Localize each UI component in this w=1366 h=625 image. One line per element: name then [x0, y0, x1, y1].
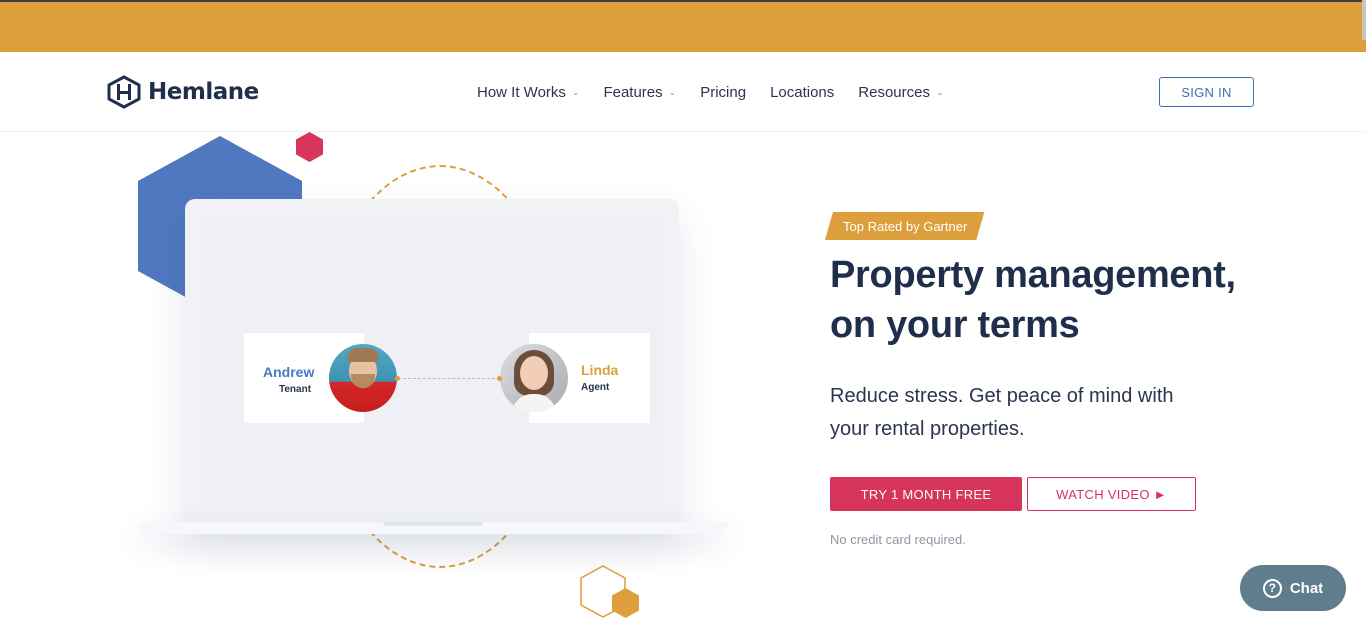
beard-shape — [351, 374, 375, 388]
watch-video-button[interactable]: WATCH VIDEO ► — [1027, 477, 1196, 511]
chevron-down-icon: ⌄ — [668, 86, 677, 97]
hero-headline: Property management, on your terms — [830, 254, 1236, 346]
laptop-notch — [383, 522, 483, 526]
announcement-banner — [0, 2, 1366, 52]
hero-subheadline: Reduce stress. Get peace of mind with yo… — [830, 385, 1174, 440]
tenant-name: Andrew — [263, 364, 315, 380]
try-free-button[interactable]: TRY 1 MONTH FREE — [830, 477, 1022, 511]
andrew-avatar — [329, 344, 397, 412]
nav-label: Locations — [770, 83, 835, 101]
hemlane-logo-icon — [107, 75, 141, 109]
page-scrollbar[interactable] — [1362, 0, 1366, 40]
site-header: Hemlane How It Works ⌄ Features ⌄ Pricin… — [0, 52, 1366, 132]
chat-widget-button[interactable]: ? Chat — [1240, 565, 1346, 611]
sign-in-button[interactable]: SIGN IN — [1159, 77, 1254, 107]
main-nav: How It Works ⌄ Features ⌄ Pricing Locati… — [477, 82, 968, 102]
laptop-screen: Andrew Tenant Linda Agent — [201, 217, 662, 507]
laptop-base — [138, 522, 728, 534]
connector-dot — [395, 376, 400, 381]
connector-dot — [497, 376, 502, 381]
hair-shape — [347, 348, 379, 362]
chat-label: Chat — [1289, 579, 1324, 597]
help-icon: ? — [1262, 578, 1282, 598]
nav-label: How It Works — [477, 83, 566, 101]
linda-avatar — [500, 344, 568, 412]
nav-label: Pricing — [700, 83, 747, 101]
chevron-down-icon: ⌄ — [571, 86, 580, 97]
chevron-down-icon: ⌄ — [935, 86, 944, 97]
face-shape — [520, 356, 548, 390]
nav-label: Resources — [858, 83, 930, 101]
laptop-mockup: Andrew Tenant Linda Agent — [185, 199, 679, 527]
nav-features[interactable]: Features ⌄ — [603, 84, 676, 101]
agent-role: Agent — [581, 382, 610, 393]
nav-label: Features — [603, 83, 663, 101]
red-hexagon-decoration — [296, 132, 323, 162]
tenant-role: Tenant — [279, 384, 312, 395]
nav-locations[interactable]: Locations — [770, 84, 834, 101]
hero-illustration: Andrew Tenant Linda Agent — [0, 132, 760, 625]
nav-resources[interactable]: Resources ⌄ — [858, 84, 943, 101]
connection-line — [398, 378, 500, 379]
brand-name: Hemlane — [148, 79, 259, 105]
shirt-shape — [512, 394, 556, 412]
nav-pricing[interactable]: Pricing — [700, 84, 746, 101]
gartner-badge: Top Rated by Gartner — [825, 212, 984, 240]
brand-logo[interactable]: Hemlane — [106, 75, 259, 109]
no-credit-card-note: No credit card required. — [830, 532, 966, 547]
nav-how-it-works[interactable]: How It Works ⌄ — [477, 84, 579, 101]
agent-name: Linda — [581, 362, 619, 378]
